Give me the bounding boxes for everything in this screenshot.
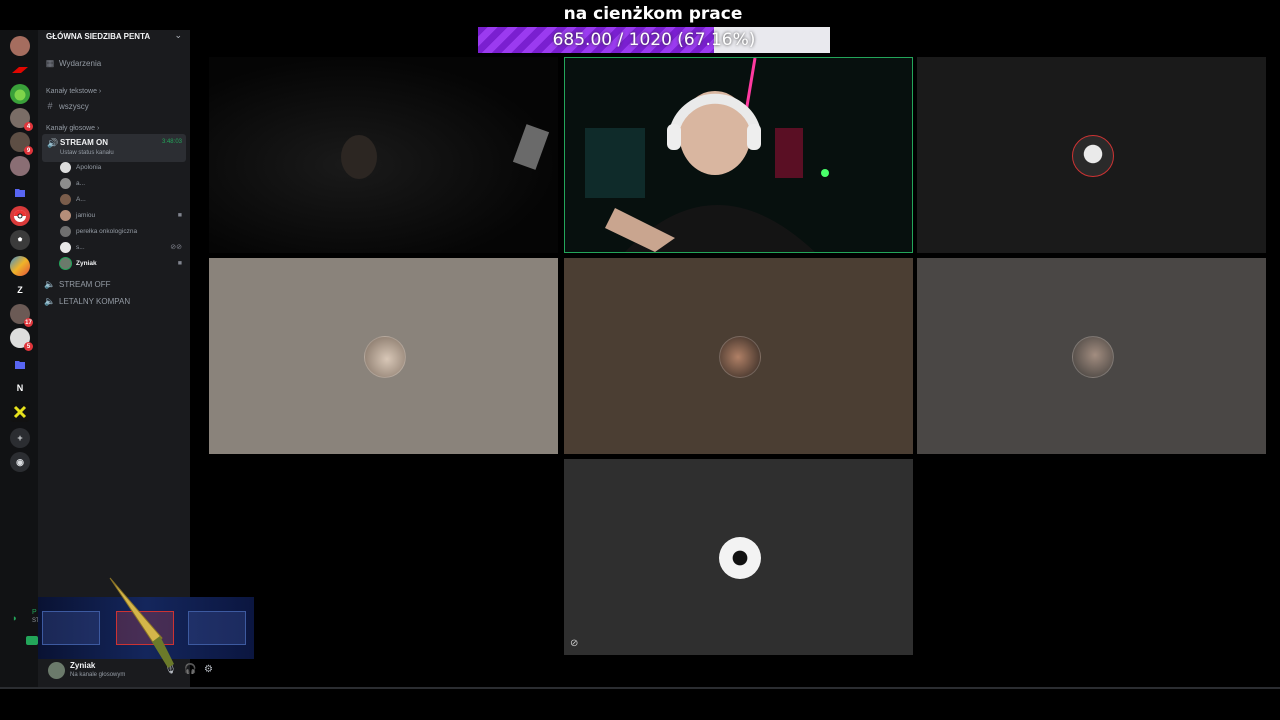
avatar[interactable] [48, 662, 65, 679]
avatar [60, 257, 71, 269]
server-icon[interactable]: 4 [10, 108, 33, 131]
voice-connected-panel: ◗ P ST [2, 603, 40, 653]
avatar [719, 537, 761, 579]
voice-member[interactable]: Apolonia [60, 160, 182, 174]
folder-icon[interactable] [10, 354, 30, 374]
avatar [60, 177, 71, 189]
screen-off-icon[interactable]: ⊘ [570, 638, 578, 649]
weapon-skin-icon [188, 611, 246, 645]
channel-status[interactable]: Ustaw status kanału [60, 150, 114, 156]
voice-category[interactable]: Kanały głosowe › [46, 125, 99, 132]
server-icon[interactable]: 17 [10, 304, 33, 327]
server-icon[interactable] [10, 156, 30, 176]
video-tile-avatar[interactable]: ⊘ [564, 459, 913, 655]
avatar [60, 225, 71, 237]
voice-member[interactable]: jamiou ■ [60, 208, 182, 222]
video-tile-avatar[interactable] [917, 57, 1266, 253]
avatar [60, 209, 71, 221]
text-category[interactable]: Kanały tekstowe › [46, 88, 101, 95]
folder-icon[interactable] [10, 182, 30, 202]
signal-icon: ◗ [12, 613, 18, 623]
weapon-skin-icon [42, 611, 100, 645]
voice-channel-name: STREAM ON [60, 138, 108, 147]
events-link[interactable]: ▦ Wydarzenia [44, 56, 186, 70]
avatar [60, 161, 71, 173]
voice-member[interactable]: A... [60, 192, 182, 206]
letter-icon[interactable]: Z [10, 280, 30, 300]
avatar [60, 193, 71, 205]
speaker-icon: 🔈 [44, 295, 56, 306]
goal-progress-bar: 685.00 / 1020 (67.16%) [478, 27, 830, 53]
discover-icon[interactable]: ◉ [10, 452, 30, 472]
voice-channel-letalny-kompan[interactable]: 🔈 LETALNY KOMPAN [44, 294, 186, 308]
video-tile-avatar[interactable] [209, 258, 558, 454]
channel-label: wszyscy [59, 101, 89, 111]
progress-text: 685.00 / 1020 (67.16%) [552, 30, 756, 50]
calendar-icon: ▦ [45, 57, 55, 68]
video-tile-avatar[interactable] [564, 258, 913, 454]
server-icon[interactable]: 9 [10, 132, 33, 155]
apple-icon[interactable] [10, 84, 30, 104]
pokeball-icon[interactable] [10, 206, 30, 226]
voice-label: P [32, 609, 37, 616]
channel-wszyscy[interactable]: # wszyscy [44, 99, 186, 113]
username: Zyniak [70, 661, 96, 670]
server-avatar-icon[interactable] [10, 36, 30, 56]
avatar [60, 241, 71, 253]
avatar [719, 336, 761, 378]
mention-badge: 17 [24, 318, 33, 327]
speaker-icon: 🔊 [47, 138, 59, 148]
voice-timer: 3:48:03 [161, 139, 182, 145]
hash-icon: # [47, 101, 53, 111]
events-label: Wydarzenia [59, 58, 102, 68]
f1-logo-icon[interactable] [10, 60, 30, 80]
overlay-title: na cienżkom prace [563, 4, 743, 24]
chevron-down-icon[interactable]: ⌄ [174, 30, 182, 41]
x-logo-icon[interactable] [10, 402, 30, 422]
bottom-divider [0, 687, 1280, 689]
webcam-feed [341, 124, 550, 179]
webcam-feed [565, 58, 912, 252]
voice-member[interactable]: s... ⊘⊘ [60, 240, 182, 254]
voice-member[interactable]: perełka onkologiczna [60, 224, 182, 238]
video-tile-camera[interactable] [209, 57, 558, 253]
guild-name[interactable]: GŁÓWNA SIEDZIBA PENTA [46, 32, 150, 41]
video-tile-avatar[interactable] [917, 258, 1266, 454]
avatar [1072, 135, 1114, 177]
letter-icon[interactable]: N [10, 378, 30, 398]
add-server-icon[interactable]: + [10, 428, 30, 448]
gear-icon[interactable]: ⚙ [204, 664, 213, 675]
speaker-icon: 🔈 [44, 278, 56, 289]
voice-channel-stream-off[interactable]: 🔈 STREAM OFF [44, 277, 186, 291]
mention-badge: 9 [24, 146, 33, 155]
pentagon-icon[interactable]: ⬟ [10, 230, 30, 250]
camera-icon: ■ [177, 211, 182, 219]
voice-channel-stream-on[interactable]: 🔊 STREAM ON 3:48:03 Ustaw status kanału [42, 134, 186, 162]
mention-badge: 5 [24, 342, 33, 351]
server-rail: 4 9 ⬟ Z 17 5 N + ◉ [0, 30, 38, 688]
muted-deafened-icon: ⊘⊘ [170, 244, 182, 251]
knife-icon [109, 577, 174, 668]
voice-member[interactable]: Zyniak ■ [60, 256, 182, 270]
video-tile-speaking[interactable] [564, 57, 913, 253]
voice-member[interactable]: a... [60, 176, 182, 190]
server-icon[interactable]: 5 [10, 328, 33, 351]
video-toggle-icon[interactable] [26, 636, 38, 645]
mention-badge: 4 [24, 122, 33, 131]
avatar [1072, 336, 1114, 378]
avatar [364, 336, 406, 378]
headphones-icon[interactable]: 🎧 [184, 664, 196, 675]
map-icon[interactable] [10, 256, 30, 276]
camera-icon: ■ [177, 259, 182, 267]
